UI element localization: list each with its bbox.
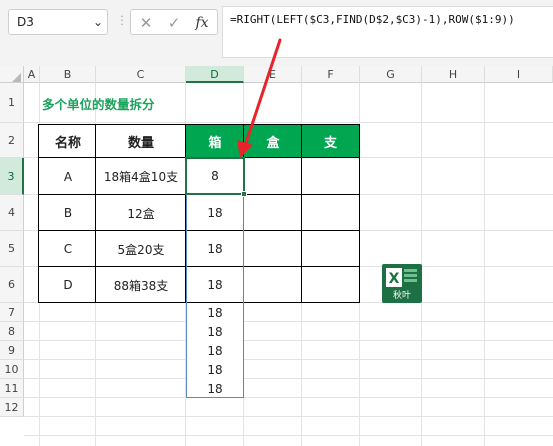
cell-quantity[interactable]: 18箱4盒10支 [96, 158, 186, 195]
row-header-4[interactable]: 4 [0, 195, 24, 231]
column-header-i[interactable]: I [485, 66, 553, 83]
gridline [24, 359, 553, 360]
active-cell-d3[interactable]: 8 [185, 157, 245, 195]
column-header-f[interactable]: F [302, 66, 360, 83]
cell-quantity[interactable]: 12盒 [96, 195, 186, 231]
spill-cell[interactable]: 18 [186, 267, 244, 303]
table-border [38, 124, 360, 125]
spill-cell[interactable]: 18 [186, 379, 244, 398]
select-all-icon [12, 73, 21, 82]
svg-text:X: X [389, 271, 400, 287]
gridline [24, 340, 553, 341]
header-quantity[interactable]: 数量 [96, 125, 186, 158]
logo-text: 秋叶 [392, 291, 411, 301]
cell-quantity[interactable]: 5盒20支 [96, 231, 186, 267]
column-header-h[interactable]: H [422, 66, 485, 83]
gridline [24, 416, 553, 417]
column-header-g[interactable]: G [360, 66, 422, 83]
spill-cell[interactable]: 18 [186, 360, 244, 379]
table-border [95, 124, 96, 303]
gridline [24, 397, 553, 398]
row-header-8[interactable]: 8 [0, 322, 24, 341]
chevron-down-icon[interactable]: ⌄ [91, 14, 105, 30]
spill-cell[interactable]: 18 [186, 195, 244, 231]
table-border [38, 124, 39, 303]
column-header-b[interactable]: B [40, 66, 96, 83]
gridline [24, 378, 553, 379]
column-header-d[interactable]: D [186, 66, 244, 83]
header-box[interactable]: 箱 [186, 125, 244, 158]
cell-name[interactable]: A [40, 158, 96, 195]
cell-name[interactable]: D [40, 267, 96, 303]
row-header-5[interactable]: 5 [0, 231, 24, 267]
table-border [359, 124, 360, 303]
enter-icon[interactable]: ✓ [161, 10, 187, 36]
row-header-11[interactable]: 11 [0, 379, 24, 398]
gridline [24, 321, 553, 322]
table-border [301, 124, 302, 303]
row-header-6[interactable]: 6 [0, 267, 24, 303]
row-header-3[interactable]: 3 [0, 158, 24, 195]
more-icon[interactable]: · · · [117, 11, 127, 31]
gridline [24, 435, 553, 436]
gridline [484, 83, 485, 446]
row-header-2[interactable]: 2 [0, 123, 24, 158]
spill-cell[interactable]: 18 [186, 231, 244, 267]
row-header-1[interactable]: 1 [0, 83, 24, 123]
header-case[interactable]: 盒 [244, 125, 302, 158]
column-header-c[interactable]: C [96, 66, 186, 83]
column-header-a[interactable]: A [24, 66, 40, 83]
formula-buttons: ✕ ✓ fx [130, 9, 218, 35]
cancel-icon[interactable]: ✕ [133, 10, 159, 36]
spill-cell[interactable]: 18 [186, 303, 244, 322]
column-header-e[interactable]: E [244, 66, 302, 83]
row-header-12[interactable]: 12 [0, 398, 24, 417]
sheet-title: 多个单位的数量拆分 [42, 97, 155, 112]
cell-name[interactable]: B [40, 195, 96, 231]
row-header-7[interactable]: 7 [0, 303, 24, 322]
gridline [24, 122, 553, 123]
spill-cell[interactable]: 18 [186, 341, 244, 360]
cell-name[interactable]: C [40, 231, 96, 267]
cell-quantity[interactable]: 88箱38支 [96, 267, 186, 303]
spill-cell[interactable]: 18 [186, 322, 244, 341]
header-name[interactable]: 名称 [40, 125, 96, 158]
header-piece[interactable]: 支 [302, 125, 359, 158]
row-header-10[interactable]: 10 [0, 360, 24, 379]
formula-text: =RIGHT(LEFT($C3,FIND(D$2,$C3)-1),ROW($1:… [230, 13, 515, 26]
insert-function-button[interactable]: fx [189, 10, 215, 36]
row-header-9[interactable]: 9 [0, 341, 24, 360]
